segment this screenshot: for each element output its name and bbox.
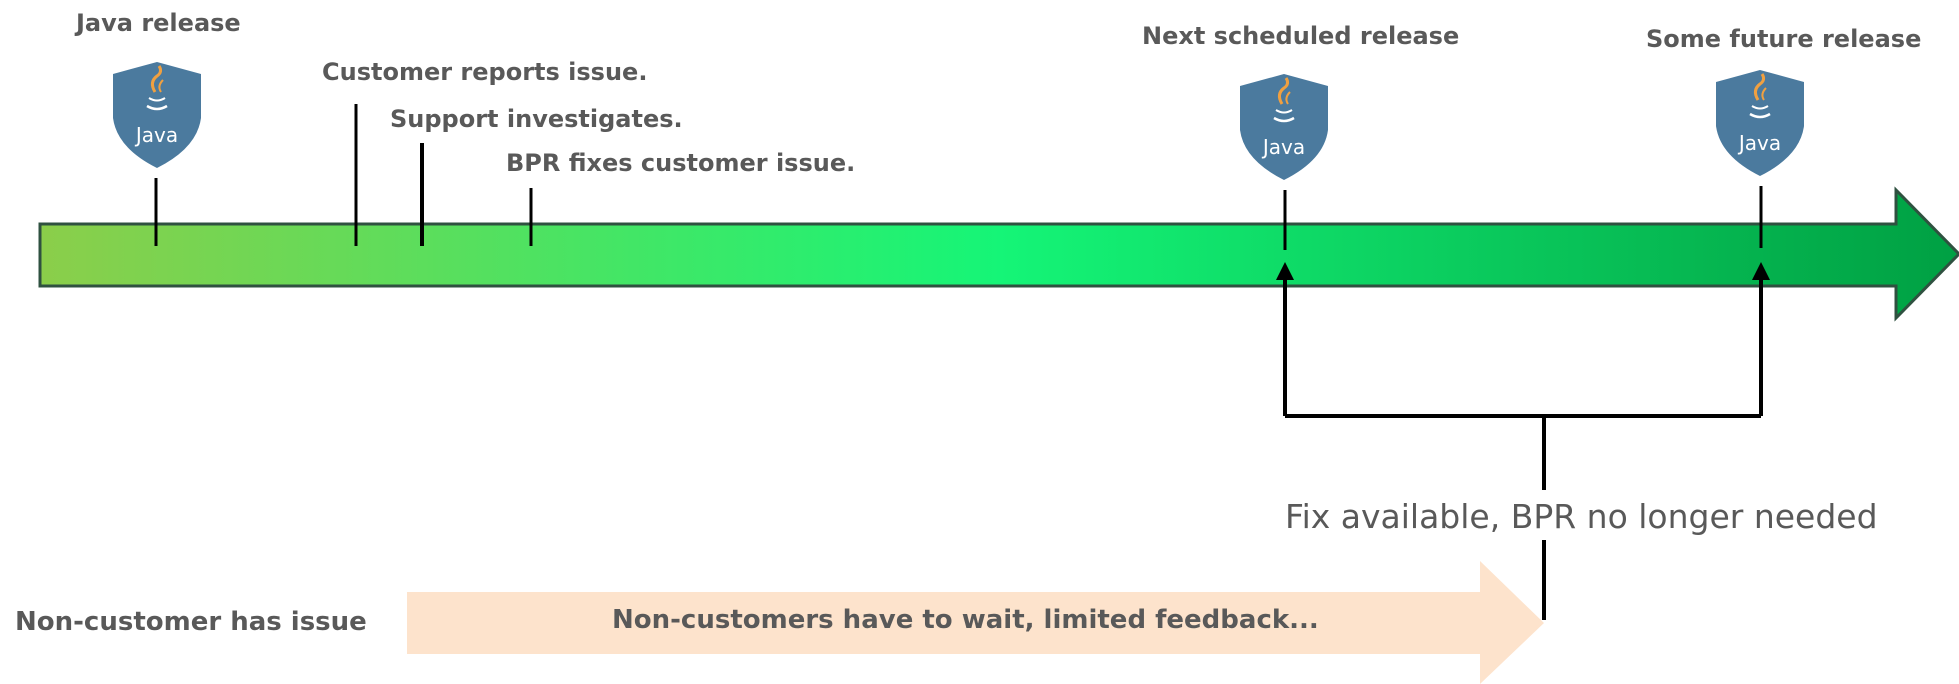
- label-bpr-fixes: BPR fixes customer issue.: [506, 149, 856, 177]
- label-future-release: Some future release: [1646, 25, 1922, 53]
- label-support-investigates: Support investigates.: [390, 105, 683, 133]
- fix-available-note: Fix available, BPR no longer needed: [1285, 497, 1878, 536]
- fix-bracket: [1283, 268, 1763, 620]
- java-badge-next-text: Java: [1261, 135, 1305, 159]
- java-badge-release: Java: [111, 60, 203, 170]
- java-badge-next-release: Java: [1238, 72, 1330, 182]
- label-non-customer: Non-customer has issue: [15, 607, 367, 637]
- java-badge-future-text: Java: [1737, 131, 1781, 155]
- java-badge-release-text: Java: [134, 123, 178, 147]
- java-badge-future-release: Java: [1714, 68, 1806, 178]
- label-next-release: Next scheduled release: [1142, 22, 1460, 50]
- non-customer-arrow-text: Non-customers have to wait, limited feed…: [612, 605, 1319, 635]
- timeline-diagram: Java Java Java: [38, 60, 1959, 684]
- label-java-release: Java release: [76, 9, 241, 37]
- timeline-arrow: [38, 186, 1959, 322]
- label-customer-reports: Customer reports issue.: [322, 58, 648, 86]
